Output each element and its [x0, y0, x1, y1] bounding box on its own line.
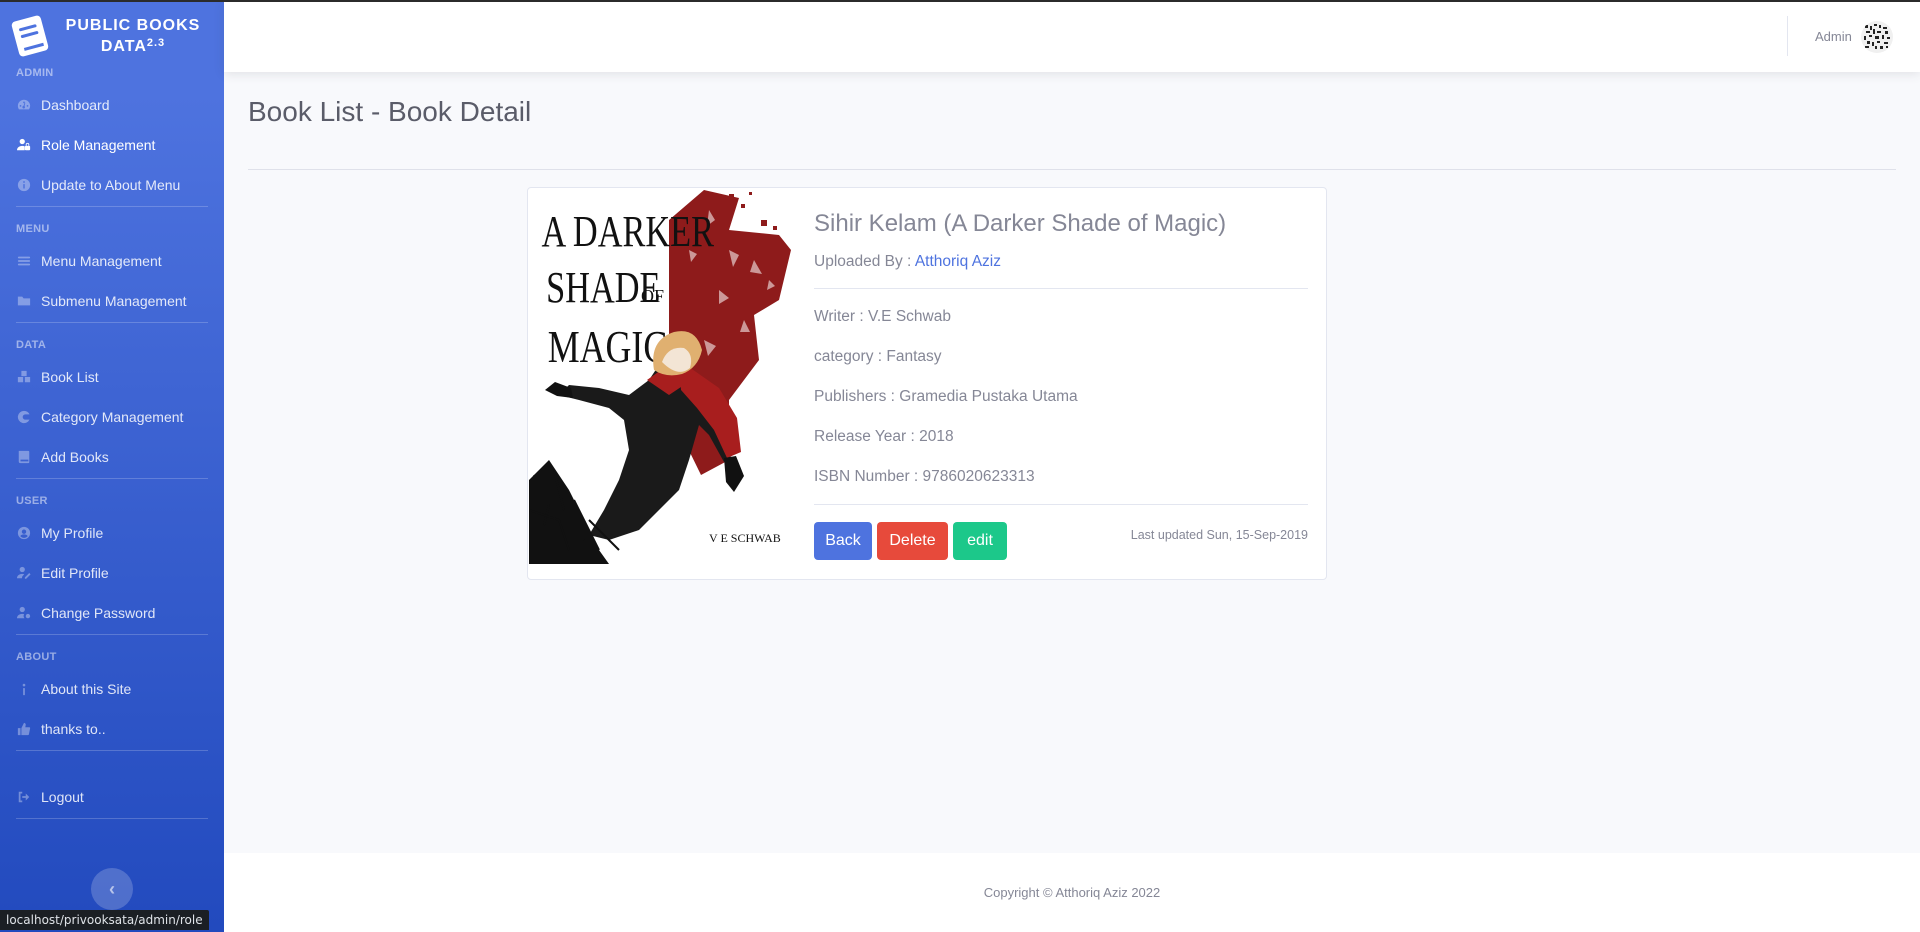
info-icon [16, 681, 32, 697]
sidebar-heading: USER [16, 495, 48, 507]
sidebar-item-label: Add Books [41, 449, 109, 465]
sidebar-item-label: Edit Profile [41, 565, 109, 581]
sidebar-item-label: Change Password [41, 605, 156, 621]
logout-button[interactable]: Logout [0, 777, 224, 817]
sidebar-item-my-profile[interactable]: My Profile [0, 513, 224, 553]
sidebar-item-edit-profile[interactable]: Edit Profile [0, 553, 224, 593]
content-divider [248, 169, 1896, 170]
sidebar-item-label: thanks to.. [41, 721, 106, 737]
delete-button[interactable]: Delete [877, 522, 948, 560]
user-edit-icon [16, 565, 32, 581]
sidebar-item-label: My Profile [41, 525, 104, 541]
last-updated: Last updated Sun, 15-Sep-2019 [1130, 528, 1308, 542]
avatar[interactable] [1861, 21, 1893, 53]
window-top-border [0, 0, 1920, 2]
sidebar-item-label: Submenu Management [41, 293, 187, 309]
folder-icon [16, 293, 32, 309]
copyright: Copyright © Atthoriq Aziz 2022 [983, 885, 1161, 900]
sidebar-heading: ADMIN [16, 67, 54, 79]
list-icon [16, 253, 32, 269]
cover-title-line-4: MAGIC [548, 321, 668, 372]
sidebar-item-add-books[interactable]: Add Books [0, 437, 224, 477]
sidebar-item-label: Book List [41, 369, 99, 385]
category-icon [16, 409, 32, 425]
dashboard-icon [16, 97, 32, 113]
sidebar-item-about-this-site[interactable]: About this Site [0, 669, 224, 709]
brand[interactable]: PUBLIC BOOKS DATA2.3 [0, 0, 224, 72]
sidebar-divider [16, 634, 208, 635]
book-cover-image: A DARKER SHADE OF MAGIC V E SCHWAB [529, 190, 795, 564]
user-lock-icon [16, 137, 32, 153]
sidebar-item-role-management[interactable]: Role Management [0, 125, 224, 165]
brand-version: 2.3 [146, 37, 166, 49]
sidebar-divider [16, 818, 208, 819]
sidebar-item-submenu-management[interactable]: Submenu Management [0, 281, 224, 321]
sidebar-divider [16, 478, 208, 479]
cover-title-line-1: A DARKER [541, 207, 714, 256]
sidebar-item-label: Category Management [41, 409, 184, 425]
sidebar-item-label: About this Site [41, 681, 132, 697]
book-icon [16, 449, 32, 465]
book-category: category : Fantasy [814, 348, 942, 365]
sidebar-item-category-management[interactable]: Category Management [0, 397, 224, 437]
book-logo-icon [11, 15, 49, 57]
book-publisher: Publishers : Gramedia Pustaka Utama [814, 388, 1078, 405]
book-title: Sihir Kelam (A Darker Shade of Magic) [814, 210, 1227, 237]
book-isbn: ISBN Number : 9786020623313 [814, 468, 1035, 485]
sidebar-heading: ABOUT [16, 651, 57, 663]
topbar: Admin [224, 2, 1920, 72]
book-detail-card: A DARKER SHADE OF MAGIC V E SCHWAB Sihir… [527, 187, 1327, 580]
sidebar-item-thanks-to[interactable]: thanks to.. [0, 709, 224, 749]
uploaded-by: Uploaded By : Atthoriq Aziz [814, 253, 1001, 271]
sidebar-item-label: Dashboard [41, 97, 110, 113]
user-circle-icon [16, 525, 32, 541]
sidebar-divider [16, 206, 208, 207]
sidebar-toggle-button[interactable]: ‹ [91, 868, 133, 910]
sidebar-item-change-password[interactable]: Change Password [0, 593, 224, 633]
page-title: Book List - Book Detail [248, 96, 532, 127]
sidebar-item-dashboard[interactable]: Dashboard [0, 85, 224, 125]
sidebar-nav: ADMIN Dashboard Role Management Update t… [0, 65, 224, 819]
sidebar-heading: MENU [16, 223, 50, 235]
footer: Copyright © Atthoriq Aziz 2022 [224, 853, 1920, 932]
brand-name: PUBLIC BOOKS DATA2.3 [48, 15, 224, 57]
info-icon [16, 177, 32, 193]
status-url: localhost/privooksata/admin/role [0, 910, 209, 930]
uploader-link[interactable]: Atthoriq Aziz [915, 253, 1001, 270]
book-release-year: Release Year : 2018 [814, 428, 954, 445]
sidebar-item-label: Menu Management [41, 253, 162, 269]
sidebar-item-label: Role Management [41, 137, 156, 153]
info-divider-top [814, 288, 1308, 289]
info-divider-bottom [814, 504, 1308, 505]
edit-button[interactable]: edit [953, 522, 1007, 560]
user-cog-icon [16, 605, 32, 621]
sidebar-item-menu-management[interactable]: Menu Management [0, 241, 224, 281]
thumbs-up-icon [16, 721, 32, 737]
user-name[interactable]: Admin [1815, 29, 1852, 44]
sidebar-divider [16, 322, 208, 323]
sidebar-item-label: Update to About Menu [41, 177, 181, 193]
topbar-divider [1787, 16, 1788, 56]
brand-title: PUBLIC BOOKS DATA [65, 17, 201, 55]
back-button[interactable]: Back [814, 522, 872, 560]
sidebar-heading: DATA [16, 339, 47, 351]
cover-title-line-3: OF [641, 286, 664, 306]
sidebar-item-book-list[interactable]: Book List [0, 357, 224, 397]
sidebar-item-update-to-about-menu[interactable]: Update to About Menu [0, 165, 224, 205]
boxes-icon [16, 369, 32, 385]
uploaded-by-label: Uploaded By : [814, 253, 915, 270]
logout-label: Logout [41, 789, 84, 805]
avatar-image [1861, 21, 1893, 53]
book-writer: Writer : V.E Schwab [814, 308, 951, 325]
sidebar: PUBLIC BOOKS DATA2.3 ADMIN Dashboard Rol… [0, 0, 224, 932]
sign-out-icon [16, 789, 32, 805]
cover-author: V E SCHWAB [709, 531, 781, 545]
